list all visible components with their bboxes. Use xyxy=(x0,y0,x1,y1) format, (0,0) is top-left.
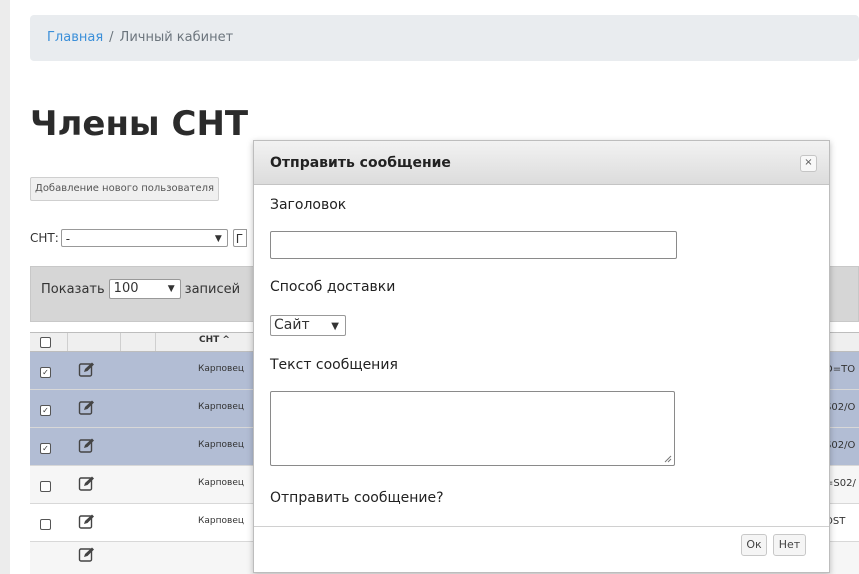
snt-filter-label: СНТ: xyxy=(30,231,59,245)
snt-cell: Карповец xyxy=(198,402,244,412)
column-divider xyxy=(120,333,121,351)
page-length-select[interactable]: 100 ▼ xyxy=(108,279,181,299)
ok-button[interactable]: Ок xyxy=(741,534,767,556)
breadcrumb-separator: / xyxy=(109,30,114,45)
length-show-label: Показать xyxy=(41,281,105,297)
breadcrumb-home-link[interactable]: Главная xyxy=(47,30,103,45)
sort-asc-icon: ^ xyxy=(222,335,230,345)
length-records-label: записей xyxy=(184,281,241,297)
message-textarea[interactable] xyxy=(270,391,675,466)
snt-filter-button[interactable]: Г xyxy=(232,229,247,247)
subject-input[interactable] xyxy=(270,231,677,259)
edit-icon[interactable] xyxy=(78,475,96,493)
select-all-checkbox[interactable] xyxy=(40,337,51,348)
edit-icon[interactable] xyxy=(78,437,96,455)
page-length-value: 100 xyxy=(113,281,139,296)
delivery-label: Способ доставки xyxy=(270,279,396,295)
snt-cell: Карповец xyxy=(198,364,244,374)
subject-label: Заголовок xyxy=(270,197,347,213)
edit-icon[interactable] xyxy=(78,399,96,417)
page-title: Члены СНТ xyxy=(30,104,249,144)
column-divider xyxy=(155,333,156,351)
column-header-snt[interactable]: СНТ ^ xyxy=(199,335,230,345)
row-checkbox[interactable]: ✓ xyxy=(40,443,51,454)
add-user-button[interactable]: Добавление нового пользователя xyxy=(30,177,220,201)
chevron-down-icon: ▼ xyxy=(214,234,222,244)
delivery-method-select[interactable]: Сайт ▼ xyxy=(270,315,346,336)
row-checkbox[interactable] xyxy=(40,519,51,530)
chevron-down-icon: ▼ xyxy=(331,321,339,332)
resize-grip-icon[interactable] xyxy=(664,455,672,463)
breadcrumb-current: Личный кабинет xyxy=(119,30,234,45)
row-checkbox[interactable]: ✓ xyxy=(40,405,51,416)
edit-icon[interactable] xyxy=(78,513,96,531)
edit-icon[interactable] xyxy=(78,546,96,564)
breadcrumb: Главная / Личный кабинет xyxy=(30,15,859,61)
send-message-dialog: Отправить сообщение × Заголовок Способ д… xyxy=(253,140,830,573)
row-checkbox[interactable] xyxy=(40,481,51,492)
snt-cell: Карповец xyxy=(198,440,244,450)
column-header-snt-label: СНТ xyxy=(199,335,220,345)
snt-filter: СНТ: - ▼ Г xyxy=(30,229,247,247)
dialog-title: Отправить сообщение xyxy=(270,155,451,171)
dialog-footer-divider xyxy=(254,526,829,527)
snt-select[interactable]: - ▼ xyxy=(60,229,228,247)
close-icon[interactable]: × xyxy=(800,155,817,172)
dialog-header: Отправить сообщение × xyxy=(254,141,829,185)
snt-cell: Карповец xyxy=(198,516,244,526)
confirm-text: Отправить сообщение? xyxy=(270,490,444,506)
snt-select-value: - xyxy=(65,232,71,246)
row-checkbox[interactable]: ✓ xyxy=(40,367,51,378)
column-divider xyxy=(67,333,68,351)
delivery-method-value: Сайт xyxy=(274,317,310,333)
message-label: Текст сообщения xyxy=(270,357,398,373)
edit-icon[interactable] xyxy=(78,361,96,379)
chevron-down-icon: ▼ xyxy=(167,284,175,294)
snt-cell: Карповец xyxy=(198,478,244,488)
no-button[interactable]: Нет xyxy=(773,534,806,556)
